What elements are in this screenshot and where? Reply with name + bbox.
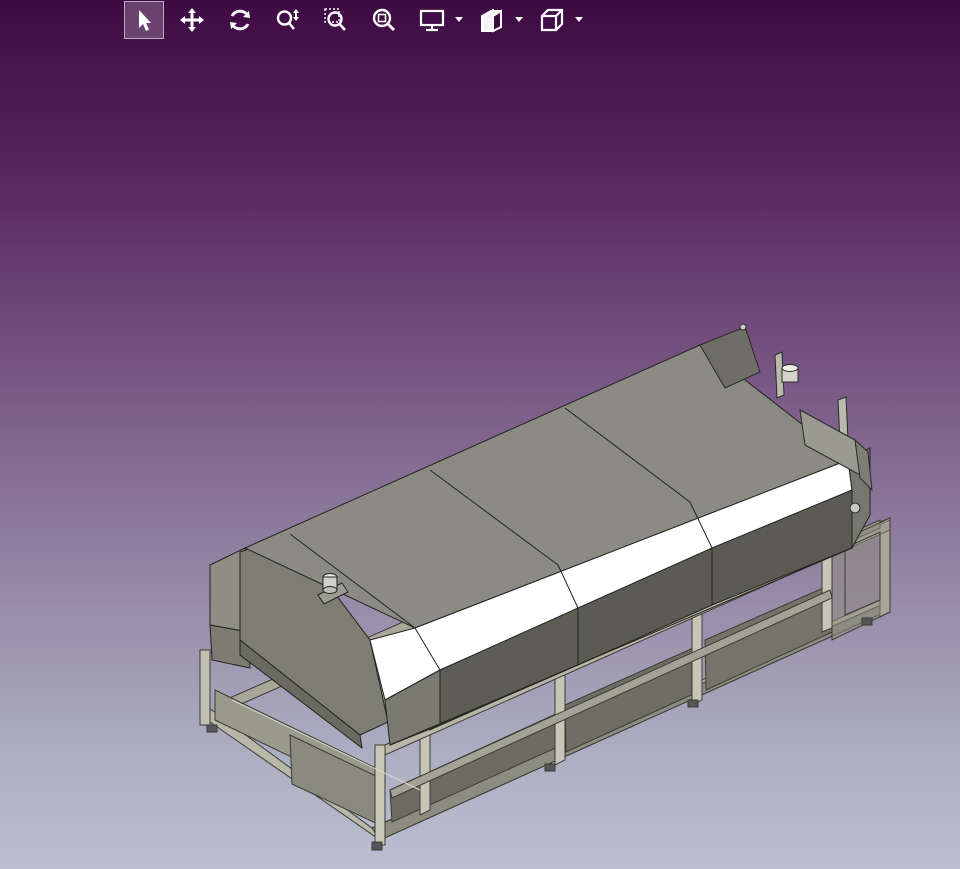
view-cube-dropdown-icon[interactable] [572, 1, 586, 39]
zoom-window-icon[interactable] [316, 1, 356, 39]
zoom-icon[interactable] [268, 1, 308, 39]
section-plane-icon[interactable] [472, 1, 512, 39]
display-mode-dropdown-icon[interactable] [452, 1, 466, 39]
view-cube-icon[interactable] [532, 1, 572, 39]
cad-model-reflow-oven[interactable] [0, 0, 960, 869]
section-plane-dropdown-icon[interactable] [512, 1, 526, 39]
oven-body [209, 344, 871, 750]
pan-move-icon[interactable] [172, 1, 212, 39]
zoom-fit-icon[interactable] [364, 1, 404, 39]
rotate-icon[interactable] [220, 1, 260, 39]
view-toolbar [124, 0, 592, 40]
3d-viewport[interactable] [0, 0, 960, 869]
display-mode-icon[interactable] [412, 1, 452, 39]
select-arrow-icon[interactable] [124, 1, 164, 39]
